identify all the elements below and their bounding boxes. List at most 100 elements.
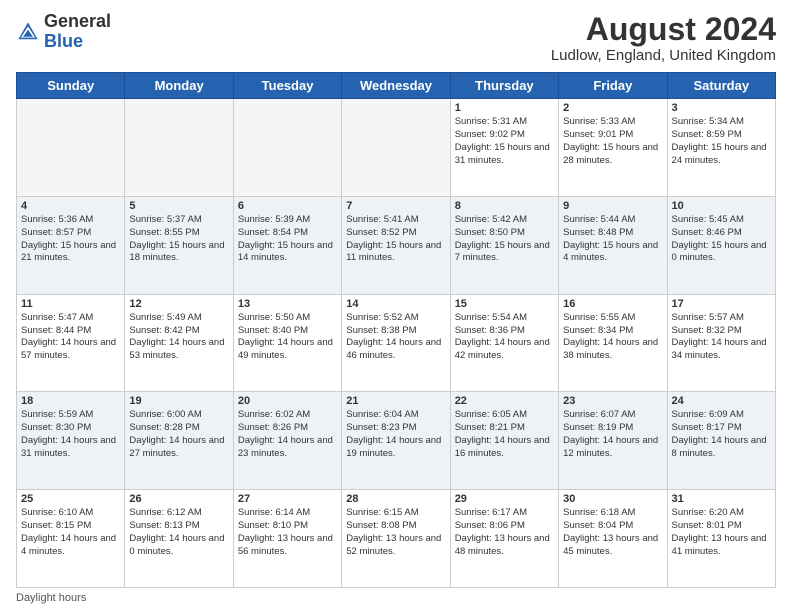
day-info: Sunrise: 5:59 AM Sunset: 8:30 PM Dayligh… [21, 409, 120, 460]
location: Ludlow, England, United Kingdom [551, 47, 776, 64]
day-number: 11 [21, 298, 120, 310]
day-info: Sunrise: 6:07 AM Sunset: 8:19 PM Dayligh… [563, 409, 662, 460]
calendar-cell: 14 Sunrise: 5:52 AM Sunset: 8:38 PM Dayli… [342, 294, 450, 392]
day-number: 13 [238, 298, 337, 310]
day-info: Sunrise: 5:55 AM Sunset: 8:34 PM Dayligh… [563, 312, 662, 363]
calendar-cell: 25 Sunrise: 6:10 AM Sunset: 8:15 PM Dayli… [17, 490, 125, 588]
day-number: 26 [129, 493, 228, 505]
calendar-cell: 8 Sunrise: 5:42 AM Sunset: 8:50 PM Daylig… [450, 196, 558, 294]
column-header-sunday: Sunday [17, 73, 125, 99]
day-info: Sunrise: 5:49 AM Sunset: 8:42 PM Dayligh… [129, 312, 228, 363]
calendar-cell [342, 99, 450, 197]
calendar-cell: 31 Sunrise: 6:20 AM Sunset: 8:01 PM Dayli… [667, 490, 775, 588]
calendar-week-2: 4 Sunrise: 5:36 AM Sunset: 8:57 PM Daylig… [17, 196, 776, 294]
day-info: Sunrise: 5:57 AM Sunset: 8:32 PM Dayligh… [672, 312, 771, 363]
day-info: Sunrise: 6:10 AM Sunset: 8:15 PM Dayligh… [21, 507, 120, 558]
day-number: 12 [129, 298, 228, 310]
logo-general-text: General [44, 11, 111, 31]
day-info: Sunrise: 6:09 AM Sunset: 8:17 PM Dayligh… [672, 409, 771, 460]
column-header-monday: Monday [125, 73, 233, 99]
calendar-cell: 15 Sunrise: 5:54 AM Sunset: 8:36 PM Dayli… [450, 294, 558, 392]
day-info: Sunrise: 6:04 AM Sunset: 8:23 PM Dayligh… [346, 409, 445, 460]
calendar-cell [233, 99, 341, 197]
calendar-cell: 21Sunrise: 6:04 AM Sunset: 8:23 PM Dayli… [342, 392, 450, 490]
calendar-cell: 12 Sunrise: 5:49 AM Sunset: 8:42 PM Dayli… [125, 294, 233, 392]
calendar-cell: 26 Sunrise: 6:12 AM Sunset: 8:13 PM Dayli… [125, 490, 233, 588]
calendar-cell: 7Sunrise: 5:41 AM Sunset: 8:52 PM Daylig… [342, 196, 450, 294]
day-info: Sunrise: 5:54 AM Sunset: 8:36 PM Dayligh… [455, 312, 554, 363]
day-number: 16 [563, 298, 662, 310]
calendar-week-3: 11Sunrise: 5:47 AM Sunset: 8:44 PM Dayli… [17, 294, 776, 392]
logo-text: General Blue [44, 12, 111, 52]
day-info: Sunrise: 6:17 AM Sunset: 8:06 PM Dayligh… [455, 507, 554, 558]
day-number: 15 [455, 298, 554, 310]
day-number: 19 [129, 395, 228, 407]
logo-blue-text: Blue [44, 31, 83, 51]
day-info: Sunrise: 5:36 AM Sunset: 8:57 PM Dayligh… [21, 214, 120, 265]
calendar-cell: 30 Sunrise: 6:18 AM Sunset: 8:04 PM Dayli… [559, 490, 667, 588]
day-number: 25 [21, 493, 120, 505]
day-number: 30 [563, 493, 662, 505]
day-info: Sunrise: 6:05 AM Sunset: 8:21 PM Dayligh… [455, 409, 554, 460]
calendar-cell [125, 99, 233, 197]
daylight-label: Daylight hours [16, 592, 86, 604]
calendar-header-row: SundayMondayTuesdayWednesdayThursdayFrid… [17, 73, 776, 99]
day-number: 24 [672, 395, 771, 407]
day-number: 23 [563, 395, 662, 407]
calendar-week-1: 1Sunrise: 5:31 AM Sunset: 9:02 PM Daylig… [17, 99, 776, 197]
calendar-week-5: 25 Sunrise: 6:10 AM Sunset: 8:15 PM Dayli… [17, 490, 776, 588]
day-info: Sunrise: 5:44 AM Sunset: 8:48 PM Dayligh… [563, 214, 662, 265]
day-info: Sunrise: 6:20 AM Sunset: 8:01 PM Dayligh… [672, 507, 771, 558]
day-info: Sunrise: 5:39 AM Sunset: 8:54 PM Dayligh… [238, 214, 337, 265]
day-number: 3 [672, 102, 771, 114]
column-header-thursday: Thursday [450, 73, 558, 99]
day-number: 4 [21, 200, 120, 212]
calendar-cell: 24 Sunrise: 6:09 AM Sunset: 8:17 PM Dayli… [667, 392, 775, 490]
day-number: 14 [346, 298, 445, 310]
day-number: 20 [238, 395, 337, 407]
footer-note: Daylight hours [16, 592, 776, 604]
day-number: 22 [455, 395, 554, 407]
calendar-cell: 17 Sunrise: 5:57 AM Sunset: 8:32 PM Dayli… [667, 294, 775, 392]
calendar-cell: 6Sunrise: 5:39 AM Sunset: 8:54 PM Daylig… [233, 196, 341, 294]
day-number: 27 [238, 493, 337, 505]
logo: General Blue [16, 12, 111, 52]
day-info: Sunrise: 5:45 AM Sunset: 8:46 PM Dayligh… [672, 214, 771, 265]
calendar-cell: 19Sunrise: 6:00 AM Sunset: 8:28 PM Dayli… [125, 392, 233, 490]
day-number: 9 [563, 200, 662, 212]
day-info: Sunrise: 6:18 AM Sunset: 8:04 PM Dayligh… [563, 507, 662, 558]
calendar-week-4: 18 Sunrise: 5:59 AM Sunset: 8:30 PM Dayli… [17, 392, 776, 490]
day-number: 17 [672, 298, 771, 310]
calendar-cell: 1Sunrise: 5:31 AM Sunset: 9:02 PM Daylig… [450, 99, 558, 197]
day-info: Sunrise: 6:14 AM Sunset: 8:10 PM Dayligh… [238, 507, 337, 558]
title-block: August 2024 Ludlow, England, United King… [551, 12, 776, 64]
day-info: Sunrise: 5:52 AM Sunset: 8:38 PM Dayligh… [346, 312, 445, 363]
calendar-cell: 4 Sunrise: 5:36 AM Sunset: 8:57 PM Daylig… [17, 196, 125, 294]
day-info: Sunrise: 5:33 AM Sunset: 9:01 PM Dayligh… [563, 116, 662, 167]
calendar-cell: 2 Sunrise: 5:33 AM Sunset: 9:01 PM Daylig… [559, 99, 667, 197]
day-info: Sunrise: 5:34 AM Sunset: 8:59 PM Dayligh… [672, 116, 771, 167]
page: General Blue August 2024 Ludlow, England… [0, 0, 792, 612]
day-info: Sunrise: 5:31 AM Sunset: 9:02 PM Dayligh… [455, 116, 554, 167]
logo-icon [16, 20, 40, 44]
calendar-cell: 23 Sunrise: 6:07 AM Sunset: 8:19 PM Dayli… [559, 392, 667, 490]
day-number: 29 [455, 493, 554, 505]
calendar-cell [17, 99, 125, 197]
day-number: 5 [129, 200, 228, 212]
day-number: 31 [672, 493, 771, 505]
day-info: Sunrise: 5:50 AM Sunset: 8:40 PM Dayligh… [238, 312, 337, 363]
calendar-cell: 28Sunrise: 6:15 AM Sunset: 8:08 PM Dayli… [342, 490, 450, 588]
day-info: Sunrise: 6:12 AM Sunset: 8:13 PM Dayligh… [129, 507, 228, 558]
day-info: Sunrise: 6:02 AM Sunset: 8:26 PM Dayligh… [238, 409, 337, 460]
day-info: Sunrise: 5:42 AM Sunset: 8:50 PM Dayligh… [455, 214, 554, 265]
column-header-saturday: Saturday [667, 73, 775, 99]
header: General Blue August 2024 Ludlow, England… [16, 12, 776, 64]
day-number: 8 [455, 200, 554, 212]
day-number: 18 [21, 395, 120, 407]
calendar-cell: 27 Sunrise: 6:14 AM Sunset: 8:10 PM Dayli… [233, 490, 341, 588]
day-number: 7 [346, 200, 445, 212]
calendar-cell: 29 Sunrise: 6:17 AM Sunset: 8:06 PM Dayli… [450, 490, 558, 588]
calendar-cell: 13 Sunrise: 5:50 AM Sunset: 8:40 PM Dayli… [233, 294, 341, 392]
calendar-cell: 11Sunrise: 5:47 AM Sunset: 8:44 PM Dayli… [17, 294, 125, 392]
day-number: 2 [563, 102, 662, 114]
